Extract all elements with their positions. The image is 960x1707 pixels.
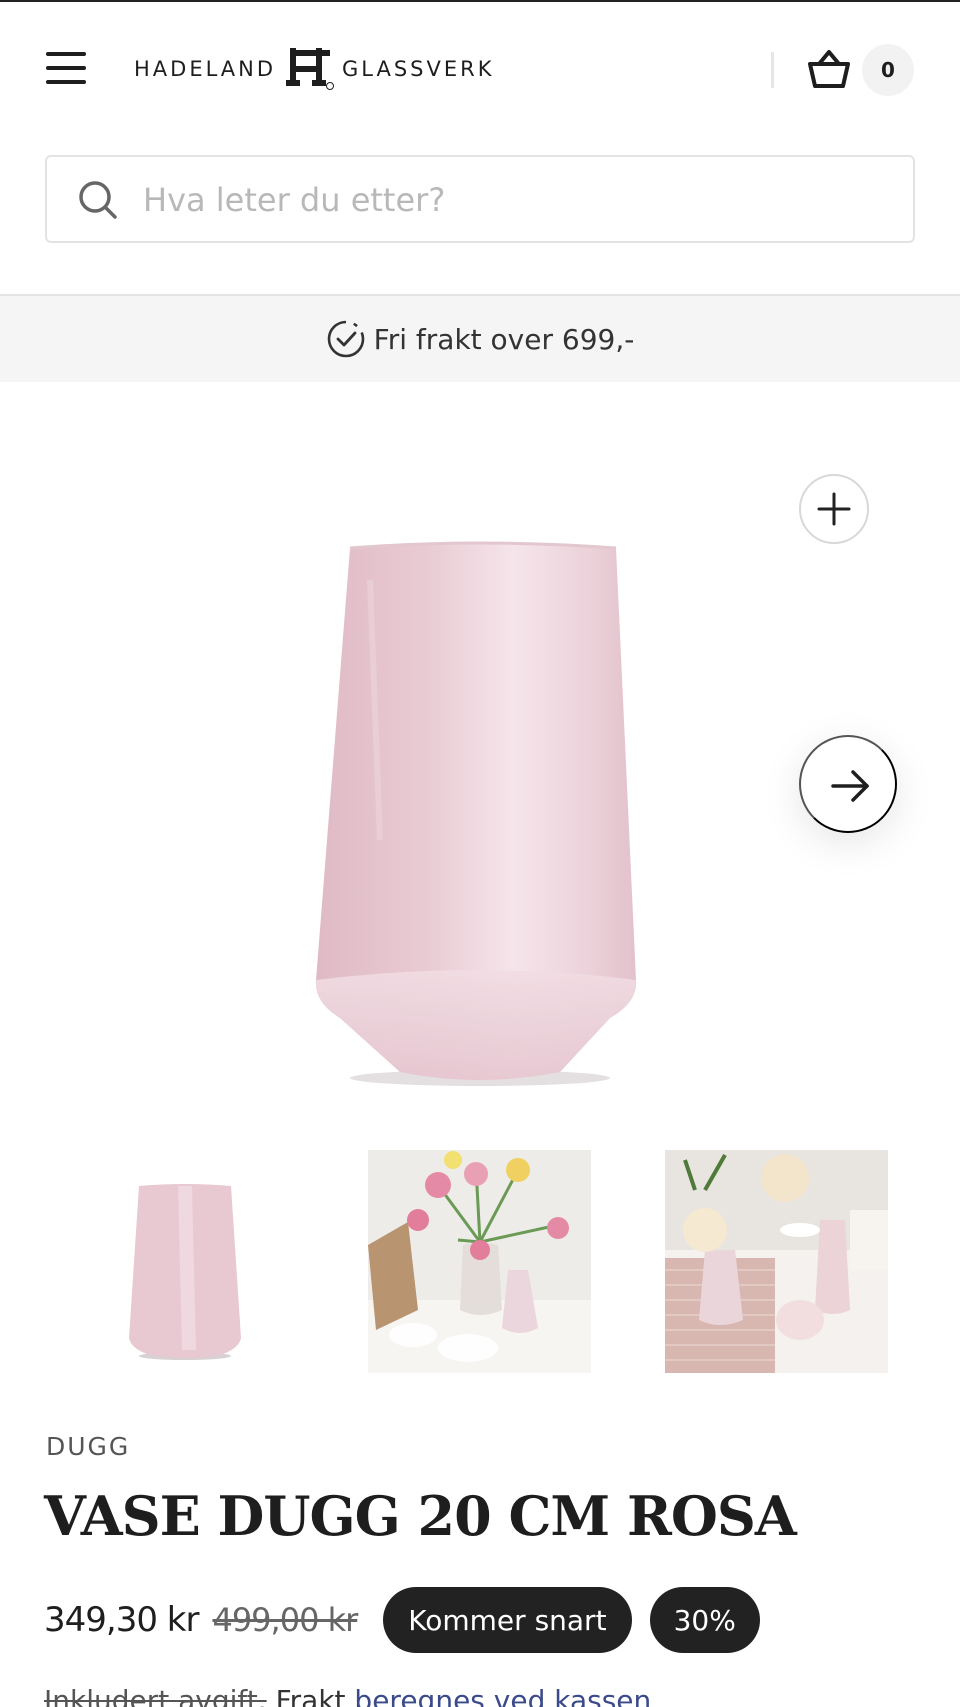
- brand-logo[interactable]: HADELAND GLASSVERK: [134, 46, 495, 92]
- basket-icon[interactable]: [806, 46, 852, 92]
- product-brand[interactable]: DUGG: [46, 1432, 130, 1461]
- shipping-label: Frakt: [275, 1684, 346, 1707]
- search-icon[interactable]: [77, 179, 119, 221]
- tax-shipping-info: Inkludert avgift. Frakt beregnes ved kas…: [44, 1684, 651, 1707]
- header-divider: [771, 52, 774, 88]
- logo-text-left: HADELAND: [134, 57, 277, 81]
- shipping-calc-link[interactable]: beregnes ved kassen: [354, 1684, 651, 1707]
- search-input[interactable]: [143, 177, 863, 223]
- thumbnail-2[interactable]: [368, 1150, 591, 1373]
- thumbnail-table-image: [665, 1150, 888, 1373]
- site-header: HADELAND GLASSVERK 0: [0, 2, 960, 134]
- current-price: 349,30 kr: [44, 1600, 199, 1640]
- thumbnail-flowers-image: [368, 1150, 591, 1373]
- tax-label: Inkludert avgift.: [44, 1684, 267, 1707]
- plus-icon: [817, 492, 851, 526]
- product-main-image[interactable]: [290, 540, 670, 1100]
- arrow-right-icon: [831, 770, 869, 802]
- zoom-button[interactable]: [799, 474, 869, 544]
- thumbnail-3[interactable]: [665, 1150, 888, 1373]
- price-row: 349,30 kr 499,00 kr Kommer snart 30%: [44, 1586, 760, 1654]
- coming-soon-badge: Kommer snart: [383, 1587, 632, 1653]
- discount-badge: 30%: [649, 1587, 760, 1653]
- thumbnail-vase-image: [73, 1150, 296, 1373]
- logo-text-right: GLASSVERK: [342, 57, 495, 81]
- cart-count-badge[interactable]: 0: [862, 44, 914, 96]
- next-image-button[interactable]: [799, 735, 897, 833]
- logo-mark-icon: [286, 48, 335, 90]
- check-circle-icon: [327, 320, 364, 358]
- product-title: VASE DUGG 20 CM ROSA: [44, 1484, 797, 1548]
- thumbnail-strip: [0, 1150, 960, 1374]
- shipping-banner: Fri frakt over 699,-: [0, 294, 960, 382]
- original-price: 499,00 kr: [212, 1601, 358, 1639]
- thumbnail-1[interactable]: [73, 1150, 296, 1373]
- shipping-text: Fri frakt over 699,-: [373, 322, 635, 356]
- hamburger-icon[interactable]: [44, 50, 88, 86]
- search-box: [45, 155, 915, 243]
